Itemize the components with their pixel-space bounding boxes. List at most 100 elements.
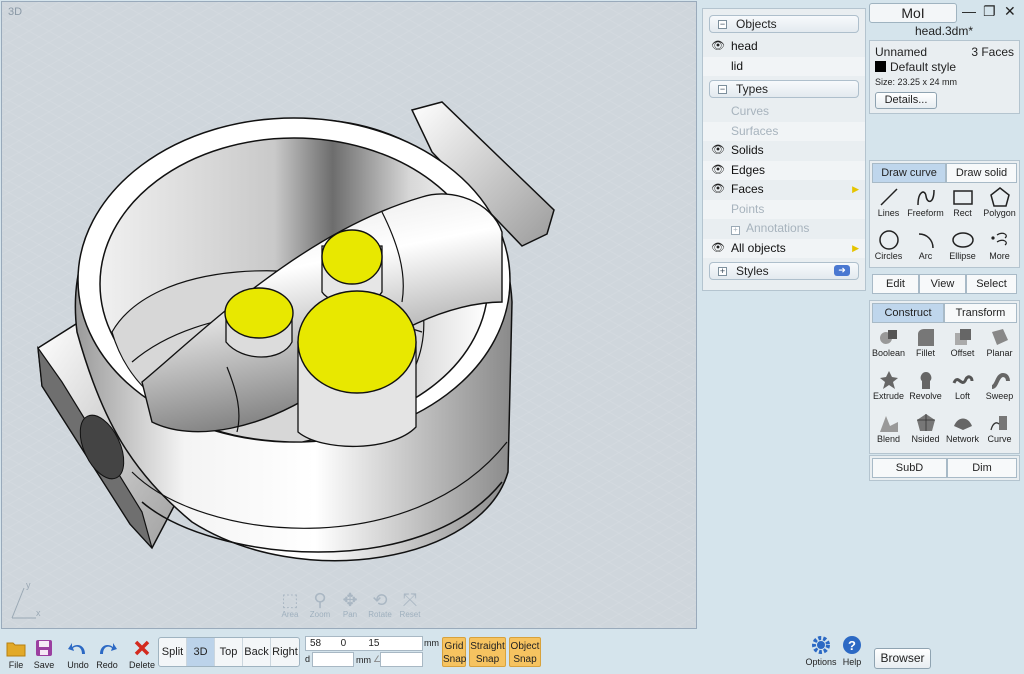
nsided-tool[interactable]: Nsided [907,412,944,455]
construct-tool-grid: Boolean Fillet Offset Planar Extrude Rev… [870,326,1018,455]
lines-tool[interactable]: Lines [870,186,907,229]
straight-snap-toggle[interactable]: Straight Snap [469,637,506,667]
nsided-icon [916,414,935,431]
arc-icon [918,233,934,249]
delete-icon [134,640,150,656]
reset-button[interactable]: ⤧ Reset [398,590,422,619]
type-item-points[interactable]: Points [703,199,865,219]
object-item-head[interactable]: 👁 head [703,37,865,57]
styles-edit-arrow-icon[interactable]: ➜ [834,265,850,276]
tab-subd[interactable]: SubD [872,458,947,478]
revolve-tool[interactable]: Revolve [907,369,944,412]
type-item-curves[interactable]: Curves [703,102,865,122]
delete-button[interactable]: Delete [126,636,158,670]
tab-edit[interactable]: Edit [872,274,919,294]
selected-face-3[interactable] [297,290,417,394]
lines-icon [879,188,898,206]
rotate-button[interactable]: ⟲ Rotate [368,590,392,619]
loft-tool[interactable]: Loft [944,369,981,412]
arc-tool[interactable]: Arc [907,229,944,272]
reset-icon: ⤧ [402,590,418,610]
more-icon [990,232,1007,246]
offset-tool[interactable]: Offset [944,326,981,369]
help-button[interactable]: ? Help [840,635,864,667]
rect-tool[interactable]: Rect [944,186,981,229]
object-snap-toggle[interactable]: Object Snap [509,637,541,667]
ellipse-tool[interactable]: Ellipse [944,229,981,272]
tab-select[interactable]: Select [966,274,1017,294]
options-button[interactable]: Options [804,635,838,667]
redo-button[interactable]: Redo [91,636,123,670]
styles-section-header[interactable]: + Styles ➜ [709,262,859,280]
polygon-tool[interactable]: Polygon [981,186,1018,229]
types-section-header[interactable]: − Types [709,80,859,98]
coordinate-input[interactable]: 58 0 15 [305,636,423,651]
blend-tool[interactable]: Blend [870,412,907,455]
freeform-tool[interactable]: Freeform [907,186,944,229]
eye-icon[interactable]: 👁 [711,37,725,57]
viewport-3d[interactable]: 3D y x ⬚ Area ⚲ Zoom ✥ Pan ⟲ Rotate ⤧ Re… [1,1,697,629]
svg-text:x: x [36,608,41,618]
type-item-faces[interactable]: 👁 Faces ▶ [703,180,865,200]
type-item-all-objects[interactable]: 👁 All objects ▶ [703,238,865,259]
construct-tabs: Construct Transform [872,303,1017,323]
expand-arrow-icon[interactable]: ▶ [852,180,859,200]
expand-arrow-icon[interactable]: ▶ [852,239,859,259]
type-item-solids[interactable]: 👁 Solids [703,141,865,161]
selected-face-2[interactable] [321,229,383,285]
view-top-button[interactable]: Top [215,638,243,666]
object-name[interactable]: Unnamed [875,45,927,59]
more-tool[interactable]: More [981,229,1018,272]
polygon-icon [989,187,1010,207]
boolean-tool[interactable]: Boolean [870,326,907,369]
grid-snap-toggle[interactable]: Grid Snap [442,637,466,667]
eye-icon[interactable]: 👁 [711,141,725,161]
eye-icon[interactable]: 👁 [711,180,725,200]
3d-model-head[interactable] [2,2,697,629]
expand-plus-icon[interactable]: + [731,226,740,235]
objects-section-header[interactable]: − Objects [709,15,859,33]
view-back-button[interactable]: Back [243,638,271,666]
sweep-tool[interactable]: Sweep [981,369,1018,412]
revolve-icon [920,372,931,389]
tab-dim[interactable]: Dim [947,458,1017,478]
tab-draw-solid[interactable]: Draw solid [946,163,1017,183]
view-split-button[interactable]: Split [159,638,187,666]
eye-icon[interactable]: 👁 [711,161,725,181]
circles-tool[interactable]: Circles [870,229,907,272]
type-item-edges[interactable]: 👁 Edges [703,160,865,181]
area-zoom-button[interactable]: ⬚ Area [278,590,302,619]
save-button[interactable]: Save [28,636,60,670]
view-right-button[interactable]: Right [271,638,299,666]
fillet-tool[interactable]: Fillet [907,326,944,369]
close-icon[interactable]: ✕ [1004,3,1016,20]
view-3d-button[interactable]: 3D [187,638,215,666]
undo-icon [68,643,85,654]
tab-construct[interactable]: Construct [872,303,944,323]
object-item-lid[interactable]: lid [703,56,865,76]
details-button[interactable]: Details... [875,92,937,109]
browser-button[interactable]: Browser [874,648,931,669]
network-tool[interactable]: Network [944,412,981,455]
undo-button[interactable]: Undo [62,636,94,670]
selected-face-1[interactable] [224,287,294,339]
eye-icon[interactable]: 👁 [711,239,725,259]
tab-view[interactable]: View [919,274,966,294]
pan-button[interactable]: ✥ Pan [338,590,362,619]
distance-input[interactable] [312,652,354,667]
style-swatch[interactable] [875,61,886,72]
svg-text:y: y [26,580,31,590]
minimize-icon[interactable]: — [962,3,976,19]
type-item-surfaces[interactable]: Surfaces [703,121,865,141]
zoom-button[interactable]: ⚲ Zoom [308,590,332,619]
type-item-annotations[interactable]: + Annotations [703,219,865,239]
tab-transform[interactable]: Transform [944,303,1017,323]
restore-icon[interactable]: ❐ [983,3,996,20]
planar-tool[interactable]: Planar [981,326,1018,369]
extrude-tool[interactable]: Extrude [870,369,907,412]
app-title[interactable]: MoI [869,3,957,23]
angle-input[interactable] [380,652,423,667]
style-name[interactable]: Default style [890,60,956,74]
curve-tool[interactable]: Curve [981,412,1018,455]
tab-draw-curve[interactable]: Draw curve [872,163,946,183]
